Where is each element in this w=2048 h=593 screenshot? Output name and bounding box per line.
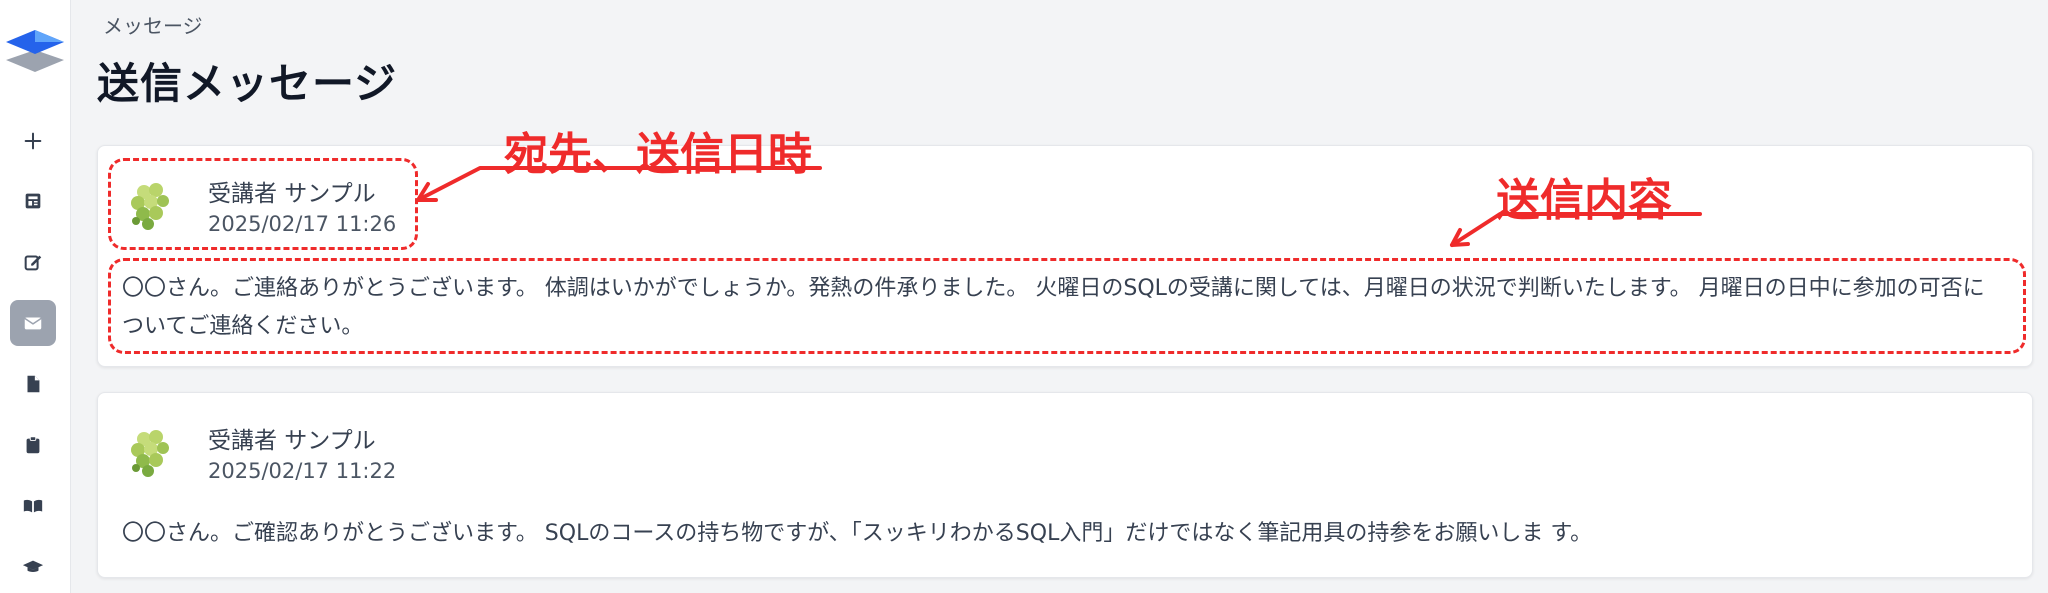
book-icon: [23, 499, 43, 513]
recipient-annotation-label: 宛先、送信日時: [504, 129, 812, 180]
sidebar-item-documents[interactable]: [10, 361, 56, 407]
newspaper-icon: [25, 193, 41, 209]
sidebar-item-courses[interactable]: [10, 544, 56, 590]
page-title: 送信メッセージ: [97, 59, 398, 108]
message-body: 〇〇さん。ご確認ありがとうございます。 SQLのコースの持ち物ですが、「スッキリ…: [122, 521, 1593, 546]
clipboard-icon: [26, 436, 40, 454]
sidebar-item-add[interactable]: [10, 118, 56, 164]
grapes-avatar-icon: [131, 430, 169, 477]
message-body: 〇〇さん。ご連絡ありがとうございます。 体調はいかがでしょうか。発熱の件承りまし…: [122, 276, 1985, 339]
edit-icon: [24, 255, 42, 271]
avatar: [124, 423, 182, 481]
file-icon: [27, 375, 40, 393]
avatar: [124, 176, 182, 234]
sidebar-item-library[interactable]: [10, 483, 56, 529]
sent-timestamp: 2025/02/17 11:26: [208, 212, 397, 236]
message-card[interactable]: 受講者 サンプル 2025/02/17 11:22 〇〇さん。ご確認ありがとうご…: [97, 392, 2033, 578]
plus-icon: [24, 132, 42, 150]
sent-timestamp: 2025/02/17 11:22: [208, 459, 397, 483]
sender-name: 受講者 サンプル: [208, 428, 376, 454]
sidebar-item-news[interactable]: [10, 178, 56, 224]
sidebar: [0, 0, 71, 593]
app: メッセージ 送信メッセージ 受講者 サンプル 2025/02/17 11:26 …: [0, 0, 2048, 593]
breadcrumb[interactable]: メッセージ: [103, 10, 203, 39]
envelope-icon: [24, 317, 42, 330]
message-card[interactable]: 受講者 サンプル 2025/02/17 11:26 〇〇さん。ご連絡ありがとうご…: [97, 145, 2033, 367]
grapes-avatar-icon: [131, 183, 169, 230]
content-annotation-label: 送信内容: [1496, 175, 1672, 226]
sender-name: 受講者 サンプル: [208, 181, 376, 207]
sidebar-item-messages[interactable]: [10, 300, 56, 346]
app-logo[interactable]: [4, 28, 66, 74]
sidebar-item-tasks[interactable]: [10, 422, 56, 468]
sidebar-item-edit[interactable]: [10, 239, 56, 285]
graduation-cap-icon: [22, 560, 44, 573]
